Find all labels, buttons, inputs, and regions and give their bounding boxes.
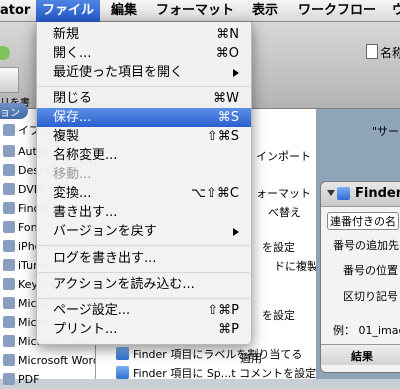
finder-icon bbox=[3, 202, 15, 214]
menu-item-open-recent[interactable]: 最近使った項目を開く bbox=[37, 63, 251, 82]
library-item[interactable]: PDF bbox=[0, 370, 95, 389]
results-label: 結果 bbox=[351, 350, 373, 363]
microsoft-icon bbox=[3, 316, 15, 328]
finder-card-icon bbox=[337, 187, 350, 200]
menu-item-revert[interactable]: バージョンを戻す bbox=[37, 222, 251, 241]
action-item-finder-comment[interactable]: Finder 項目に Sp...t コメントを設定 bbox=[96, 364, 316, 384]
card-title: Finder bbox=[355, 186, 400, 201]
dvd-icon bbox=[3, 183, 15, 195]
file-menu: 新規 ⌘N 開く... ⌘O 最近使った項目を開く 閉じる ⌘W 保存... ⌘S 複製… bbox=[36, 22, 252, 345]
menubar-file[interactable]: ファイル bbox=[36, 0, 100, 22]
menu-bar: ator ファイル 編集 フォーマット 表示 ワークフロー ウ bbox=[0, 0, 400, 22]
menubar-view[interactable]: 表示 bbox=[252, 0, 278, 22]
finder-action-icon bbox=[116, 347, 129, 360]
finder-action-icon bbox=[116, 366, 129, 379]
library-folder-icon bbox=[3, 124, 15, 136]
keynote-icon bbox=[3, 278, 15, 290]
rename-mode-popup[interactable]: 連番付きの名 bbox=[327, 212, 399, 230]
submenu-arrow-icon bbox=[233, 228, 239, 236]
menu-item-open[interactable]: 開く... ⌘O bbox=[37, 44, 251, 63]
itunes-icon bbox=[3, 259, 15, 271]
workflow-hint-text: "サー bbox=[372, 125, 400, 138]
red-close-dot[interactable] bbox=[0, 46, 10, 60]
iphoto-icon bbox=[3, 240, 15, 252]
menu-item-new[interactable]: 新規 ⌘N bbox=[37, 25, 251, 44]
separator-label: 区切り記号 bbox=[343, 290, 398, 303]
results-header: 結果 bbox=[321, 344, 400, 365]
menubar-workflow[interactable]: ワークフロー bbox=[298, 0, 376, 22]
menu-separator bbox=[38, 245, 250, 246]
word-icon bbox=[3, 354, 15, 366]
menu-item-close[interactable]: 閉じる ⌘W bbox=[37, 89, 251, 108]
actions-tab[interactable]: ョン bbox=[0, 103, 28, 119]
action-item-finder-label[interactable]: Finder 項目にラベルを割り当てる bbox=[96, 345, 316, 365]
menu-item-convert[interactable]: 変換... ⌥⇧⌘C bbox=[37, 184, 251, 203]
menu-separator bbox=[38, 298, 250, 299]
number-position-label: 番号の位置 bbox=[343, 264, 398, 277]
pdf-icon bbox=[3, 373, 15, 385]
menu-item-move: 移動... bbox=[53, 167, 92, 182]
finder-action-card: Finder 連番付きの名 番号の追加先 番号の位置 区切り記号 例： 01_i… bbox=[320, 181, 400, 373]
menu-item-export[interactable]: 書き出す... bbox=[37, 203, 251, 222]
disclosure-triangle-icon[interactable] bbox=[327, 190, 335, 196]
menu-item-duplicate[interactable]: 複製 ⇧⌘S bbox=[37, 127, 251, 146]
menu-separator bbox=[38, 272, 250, 273]
action-fragment[interactable]: べ替え bbox=[268, 204, 301, 220]
number-add-label: 番号の追加先 bbox=[333, 239, 399, 252]
action-fragment[interactable]: インポート bbox=[256, 148, 311, 164]
menu-item-save[interactable]: 保存... ⌘S bbox=[37, 108, 251, 127]
example-text: 例： 01_imag bbox=[333, 324, 400, 337]
menubar-edit[interactable]: 編集 bbox=[111, 0, 137, 22]
action-fragment[interactable]: ドに複製 bbox=[274, 258, 318, 274]
card-titlebar: Finder bbox=[321, 182, 400, 207]
font-icon bbox=[3, 221, 15, 233]
desktop-icon bbox=[3, 164, 15, 176]
menu-separator bbox=[38, 86, 250, 87]
microsoft-icon bbox=[3, 297, 15, 309]
menubar-format[interactable]: フォーマット bbox=[156, 0, 234, 22]
submenu-arrow-icon bbox=[233, 69, 239, 77]
workflow-pane: "サー Finder 連番付きの名 番号の追加先 番号の位置 区切り記号 例： … bbox=[316, 109, 400, 379]
library-item[interactable]: Microsoft Word bbox=[0, 351, 95, 370]
menubar-window[interactable]: ウ bbox=[392, 0, 400, 22]
action-fragment[interactable]: を設定 bbox=[262, 239, 295, 255]
actions-tab-label: ョン bbox=[0, 108, 20, 119]
record-toolbar-icon[interactable] bbox=[0, 67, 19, 93]
menu-item-import-actions[interactable]: アクションを読み込む... bbox=[37, 275, 251, 294]
menubar-app-name[interactable]: ator bbox=[0, 0, 30, 22]
menu-item-print[interactable]: プリント... ⌘P bbox=[37, 320, 251, 339]
action-fragment[interactable]: を設定 bbox=[262, 307, 295, 323]
action-fragment[interactable]: ォーマット bbox=[256, 185, 311, 201]
automator-icon bbox=[3, 145, 15, 157]
menu-item-page-setup[interactable]: ページ設定... ⇧⌘P bbox=[37, 301, 251, 320]
menu-item-rename[interactable]: 名称変更... bbox=[37, 146, 251, 165]
document-icon bbox=[366, 44, 378, 59]
toolbar-right-label: 名称 bbox=[380, 46, 400, 60]
menu-item-export-log[interactable]: ログを書き出す... bbox=[37, 249, 251, 268]
powerpoint-icon bbox=[3, 335, 15, 347]
